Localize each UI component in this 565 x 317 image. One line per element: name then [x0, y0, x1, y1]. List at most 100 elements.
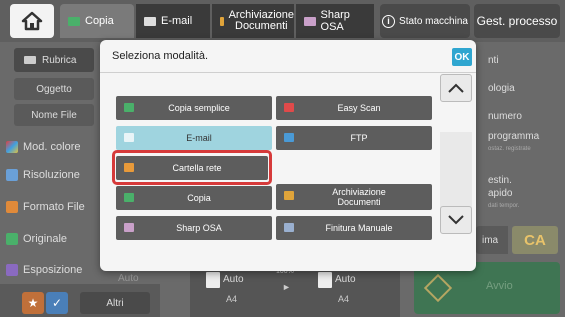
osa-icon: [304, 16, 316, 26]
right-numero-button[interactable]: numero: [476, 110, 565, 123]
original-paper-value: A4: [226, 294, 238, 304]
esposizione-value: Auto: [118, 273, 139, 284]
ca-button[interactable]: CA: [512, 226, 558, 254]
ftp-icon: [284, 133, 294, 142]
esposizione-button[interactable]: Esposizione: [0, 260, 98, 280]
job-status-button[interactable]: Gest. processo: [474, 4, 560, 38]
ok-button[interactable]: OK: [452, 48, 472, 66]
mod-colore-label: Mod. colore: [23, 141, 81, 153]
folder-icon: [220, 16, 224, 26]
checkmark-icon[interactable]: ✓: [46, 292, 68, 314]
home-button[interactable]: [10, 4, 54, 38]
anteprima-button[interactable]: ima: [476, 226, 508, 254]
original-size-value: Auto: [223, 274, 244, 285]
tab-email[interactable]: E-mail: [136, 4, 210, 38]
right-destin-rapido-button[interactable]: estin. apido dati tempor.: [476, 174, 565, 213]
arrow-right-icon: ►: [282, 282, 291, 292]
mode-select-dialog: Seleziona modalità. OK Copia semplice Ea…: [100, 40, 476, 271]
tab-archiviazione-documenti[interactable]: Archiviazione Documenti: [212, 4, 294, 38]
favorite-star-icon[interactable]: ★: [22, 292, 44, 314]
scrollbar-track[interactable]: [440, 132, 472, 216]
easy-scan-icon: [284, 103, 294, 112]
dialog-title: Seleziona modalità.: [112, 50, 209, 62]
top-tab-bar: Copia E-mail Archiviazione Documenti Sha…: [0, 0, 565, 42]
formato-file-button[interactable]: Formato File: [0, 196, 98, 218]
rubrica-button[interactable]: Rubrica: [14, 48, 94, 72]
tab-label: Sharp OSA: [320, 9, 350, 33]
mode-label: Sharp OSA: [176, 223, 222, 233]
original-icon: [6, 233, 18, 245]
paper-icon: [318, 272, 332, 288]
selection-highlight: [112, 150, 272, 185]
oggetto-button[interactable]: Oggetto: [14, 78, 94, 100]
copy-icon: [124, 193, 134, 202]
envelope-icon: [124, 133, 134, 142]
rapido-label: apido: [488, 188, 513, 199]
chevron-up-icon: [448, 83, 464, 93]
tab-label: Archiviazione Documenti: [229, 10, 294, 32]
mode-label: Finitura Manuale: [325, 223, 393, 233]
mode-copia[interactable]: Copia: [116, 186, 272, 210]
file-format-icon: [6, 201, 18, 213]
mode-label: Copia semplice: [168, 103, 230, 113]
formato-file-label: Formato File: [23, 201, 85, 213]
start-diamond-icon: [423, 273, 453, 303]
start-label: Avvio: [486, 280, 513, 292]
scroll-down-button[interactable]: [440, 206, 472, 234]
info-icon: i: [382, 14, 396, 28]
mode-label: FTP: [350, 133, 368, 143]
folder-icon: [284, 191, 294, 200]
copy-icon: [124, 103, 134, 112]
osa-icon: [124, 223, 134, 232]
mode-copia-semplice[interactable]: Copia semplice: [116, 96, 272, 120]
envelope-icon: [144, 16, 156, 26]
tab-label: E-mail: [161, 15, 193, 27]
mode-archiviazione-documenti[interactable]: Archiviazione Documenti: [276, 184, 432, 210]
esposizione-label: Esposizione: [23, 264, 83, 276]
dialog-divider: [100, 72, 476, 73]
tab-label: Copia: [85, 15, 114, 27]
mode-label: Archiviazione Documenti: [322, 187, 386, 207]
address-book-icon: [24, 56, 36, 64]
mode-finitura-manuale[interactable]: Finitura Manuale: [276, 216, 432, 240]
output-size-value: Auto: [335, 274, 356, 285]
resolution-icon: [6, 169, 18, 181]
mode-label: Easy Scan: [337, 103, 381, 113]
output-paper-value: A4: [338, 294, 350, 304]
machine-status-label: Stato macchina: [399, 15, 468, 27]
mode-sharp-osa[interactable]: Sharp OSA: [116, 216, 272, 240]
mode-easy-scan[interactable]: Easy Scan: [276, 96, 432, 120]
risoluzione-label: Risoluzione: [23, 169, 80, 181]
tab-copia[interactable]: Copia: [60, 4, 134, 38]
mode-label: E-mail: [186, 133, 212, 143]
altri-button[interactable]: Altri: [80, 292, 150, 314]
paper-icon: [206, 272, 220, 288]
mod-colore-button[interactable]: Mod. colore: [0, 136, 98, 158]
copy-mode-icon: [68, 16, 80, 26]
nome-file-button[interactable]: Nome File: [14, 104, 94, 126]
machine-status-button[interactable]: i Stato macchina: [380, 4, 470, 38]
rapido-sublabel: dati tempor.: [488, 203, 520, 209]
programma-sublabel: ostaz. registrate: [488, 146, 531, 152]
rubrica-label: Rubrica: [42, 54, 77, 66]
programma-label: programma: [488, 131, 540, 142]
mode-email[interactable]: E-mail: [116, 126, 272, 150]
mode-label-line1: Archiviazione: [332, 187, 386, 197]
mode-ftp[interactable]: FTP: [276, 126, 432, 150]
originale-button[interactable]: Originale: [0, 228, 98, 250]
destin-label: estin.: [488, 175, 512, 186]
right-invii-button[interactable]: nti: [476, 54, 565, 67]
exposure-icon: [6, 264, 18, 276]
tab-label-line2: Documenti: [235, 20, 288, 32]
right-programma-button[interactable]: programma ostaz. registrate: [476, 130, 565, 156]
mode-label: Copia: [187, 193, 211, 203]
tab-sharp-osa[interactable]: Sharp OSA: [296, 4, 374, 38]
mode-label-line2: Documenti: [337, 197, 381, 207]
manual-finishing-icon: [284, 223, 294, 232]
right-tipologia-button[interactable]: ologia: [476, 82, 565, 95]
scroll-up-button[interactable]: [440, 74, 472, 102]
color-mode-icon: [6, 141, 18, 153]
chevron-down-icon: [448, 215, 464, 225]
originale-label: Originale: [23, 233, 68, 245]
risoluzione-button[interactable]: Risoluzione: [0, 164, 98, 186]
